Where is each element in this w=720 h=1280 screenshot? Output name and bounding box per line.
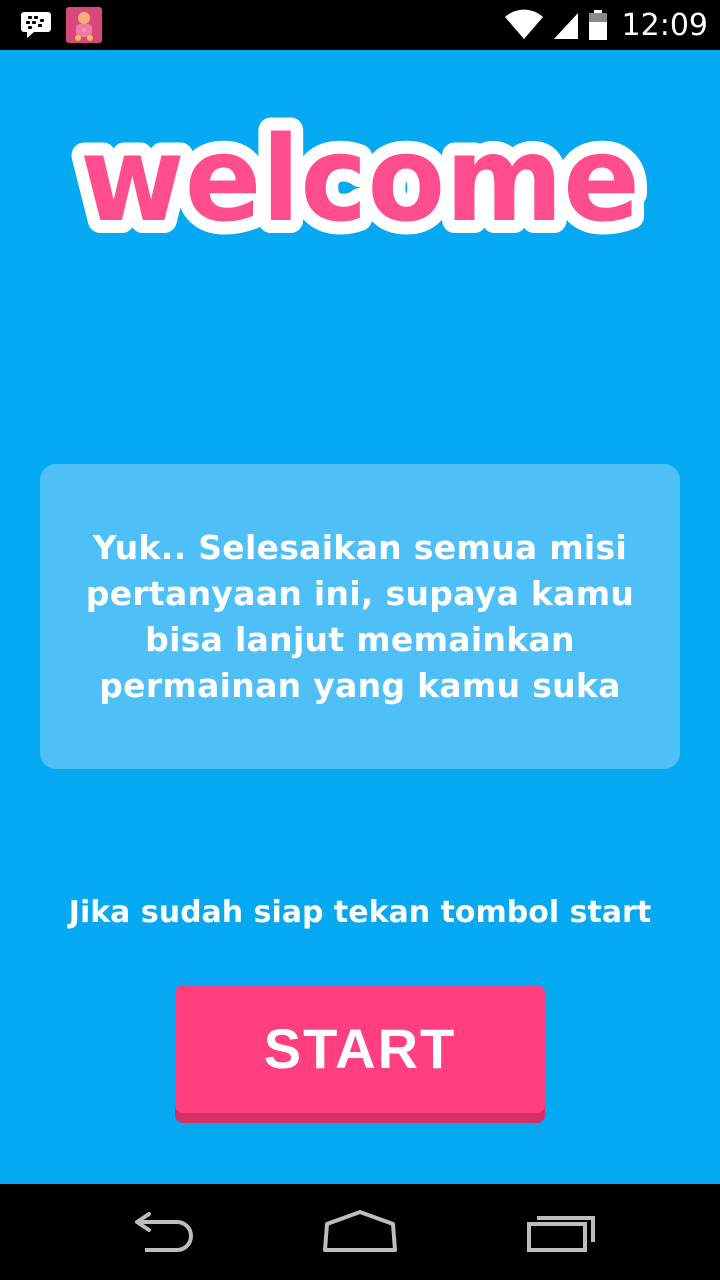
battery-icon (588, 10, 607, 40)
navigation-bar (0, 1184, 720, 1280)
welcome-title: welcome welcome (67, 112, 653, 252)
status-time: 12:09 (621, 7, 708, 43)
welcome-screen: 12:09 welcome welcome Yuk.. Selesaikan s… (0, 0, 720, 1280)
ready-prompt: Jika sudah siap tekan tombol start (68, 895, 652, 930)
signal-icon (553, 13, 578, 39)
app-notification-icon (66, 7, 102, 43)
bbm-icon (21, 12, 51, 38)
start-button[interactable]: START (175, 985, 545, 1123)
recent-apps-icon[interactable] (515, 1202, 605, 1262)
message-card: Yuk.. Selesaikan semua misi pertanyaan i… (40, 464, 680, 769)
message-text: Yuk.. Selesaikan semua misi pertanyaan i… (85, 527, 635, 705)
back-icon[interactable] (115, 1202, 205, 1262)
welcome-title-fill: welcome (80, 112, 640, 248)
status-bar: 12:09 (0, 0, 720, 50)
status-icons: 12:09 (504, 0, 708, 50)
home-icon[interactable] (315, 1202, 405, 1262)
wifi-icon (504, 9, 543, 39)
start-button-label: START (263, 1016, 457, 1080)
